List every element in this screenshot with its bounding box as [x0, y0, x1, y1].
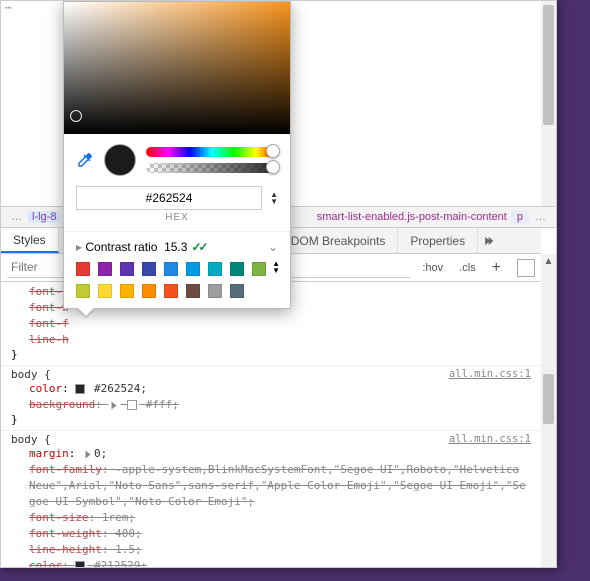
color-swatch[interactable] — [127, 400, 137, 410]
palette-swatch[interactable] — [120, 284, 134, 298]
scrollbar-thumb[interactable] — [543, 374, 554, 424]
breadcrumb-ellipsis[interactable]: … — [5, 211, 28, 223]
palette-swatch[interactable] — [230, 284, 244, 298]
rule-source-link[interactable]: all.min.css:1 — [449, 368, 531, 380]
scrollbar-vertical[interactable] — [541, 1, 556, 206]
contrast-value: 15.3 — [164, 240, 187, 254]
hue-slider[interactable] — [146, 147, 278, 157]
alpha-slider[interactable] — [146, 163, 278, 173]
palette-swatch[interactable] — [186, 262, 200, 276]
palette-swatch[interactable] — [252, 262, 266, 276]
chevron-down-icon[interactable]: ⌄ — [268, 240, 278, 254]
palette-swatch[interactable] — [120, 262, 134, 276]
contrast-label: Contrast ratio — [85, 240, 157, 254]
palette-swatch[interactable] — [98, 284, 112, 298]
scrollbar-thumb[interactable] — [543, 5, 554, 125]
breadcrumb-item[interactable]: l-lg-8 — [28, 211, 60, 223]
rule-source-link[interactable]: all.min.css:1 — [449, 433, 531, 445]
check-icon: ✓✓ — [191, 240, 205, 254]
palette-swatch[interactable] — [230, 262, 244, 276]
tab-styles[interactable]: Styles — [1, 228, 59, 253]
expand-shorthand-icon[interactable] — [86, 450, 91, 458]
alpha-slider-thumb[interactable] — [266, 160, 280, 174]
chevron-right-icon[interactable]: ▸ — [76, 240, 82, 254]
scroll-up-arrow[interactable]: ▲ — [541, 254, 556, 268]
css-declaration[interactable]: font-weight: 400; — [11, 526, 531, 542]
popover-arrow — [78, 308, 94, 316]
palette-swatch[interactable] — [186, 284, 200, 298]
hue-slider-thumb[interactable] — [266, 144, 280, 158]
css-declaration[interactable]: color: #262524; — [11, 381, 531, 397]
css-rule: all.min.css:1 body { margin: 0; font-fam… — [1, 431, 541, 567]
css-declaration[interactable]: color: #212529; — [11, 558, 531, 567]
css-declaration[interactable]: font-size: 1rem; — [11, 510, 531, 526]
css-declaration[interactable]: line-height: 1.5; — [11, 542, 531, 558]
palette-swatch[interactable] — [76, 262, 90, 276]
palette-swatch[interactable] — [164, 262, 178, 276]
new-style-rule-button[interactable]: + — [488, 258, 505, 278]
sv-cursor[interactable] — [70, 110, 82, 122]
palette-swatch[interactable] — [98, 262, 112, 276]
cls-button[interactable]: .cls — [455, 258, 480, 278]
expand-shorthand-icon[interactable] — [112, 401, 117, 409]
css-declaration[interactable]: font-f — [11, 316, 531, 332]
devtools-window: ⋯ ▸ <P> </P> == $0 <p> </p> code search … — [0, 0, 557, 568]
saturation-value-area[interactable] — [64, 2, 290, 134]
css-rule: all.min.css:1 body { color: #262524; bac… — [1, 366, 541, 431]
format-stepper[interactable]: ▲▼ — [270, 191, 278, 205]
color-preview — [104, 144, 136, 176]
palette-swatch[interactable] — [208, 284, 222, 298]
hov-button[interactable]: :hov — [418, 258, 447, 278]
css-declaration[interactable]: font-family: -apple-system,BlinkMacSyste… — [11, 462, 531, 510]
toggle-sidebar-button[interactable] — [517, 259, 535, 277]
contrast-row[interactable]: ▸ Contrast ratio 15.3 ✓✓ ⌄ — [64, 231, 290, 258]
css-declaration[interactable]: background: #fff; — [11, 397, 531, 413]
scrollbar-vertical[interactable]: ▲ — [541, 254, 556, 567]
format-label: HEX — [64, 210, 290, 223]
tree-ellipsis-icon: ⋯ — [5, 1, 12, 14]
css-declaration[interactable]: line-h — [11, 332, 531, 348]
brace: } — [11, 413, 531, 426]
palette-swatch[interactable] — [76, 284, 90, 298]
breadcrumb-item[interactable]: smart-list-enabled.js-post-main-content — [313, 211, 511, 223]
tab-properties[interactable]: Properties — [398, 228, 478, 253]
palette-swatch[interactable] — [164, 284, 178, 298]
color-picker-popover: ▲▼ HEX ▸ Contrast ratio 15.3 ✓✓ ⌄ ▲▼ — [63, 1, 291, 309]
more-tabs-icon[interactable] — [484, 234, 498, 248]
palette-swatch[interactable] — [142, 262, 156, 276]
breadcrumb-item[interactable]: p — [511, 210, 529, 224]
palette-swatch[interactable] — [208, 262, 222, 276]
color-swatch[interactable] — [75, 561, 85, 567]
styles-panel[interactable]: font-s font-w font-f line-h } all.min.cs… — [1, 282, 541, 567]
css-declaration[interactable]: margin: 0; — [11, 446, 531, 462]
color-swatch[interactable] — [75, 384, 85, 394]
palette-swatch[interactable] — [142, 284, 156, 298]
brace: } — [11, 348, 531, 361]
palette: ▲▼ — [64, 258, 290, 298]
palette-stepper[interactable]: ▲▼ — [272, 260, 280, 274]
hex-input[interactable] — [76, 186, 262, 210]
tab-dom-breakpoints[interactable]: DOM Breakpoints — [279, 228, 399, 253]
breadcrumb-ellipsis[interactable]: … — [529, 211, 552, 223]
eyedropper-icon[interactable] — [76, 151, 94, 169]
